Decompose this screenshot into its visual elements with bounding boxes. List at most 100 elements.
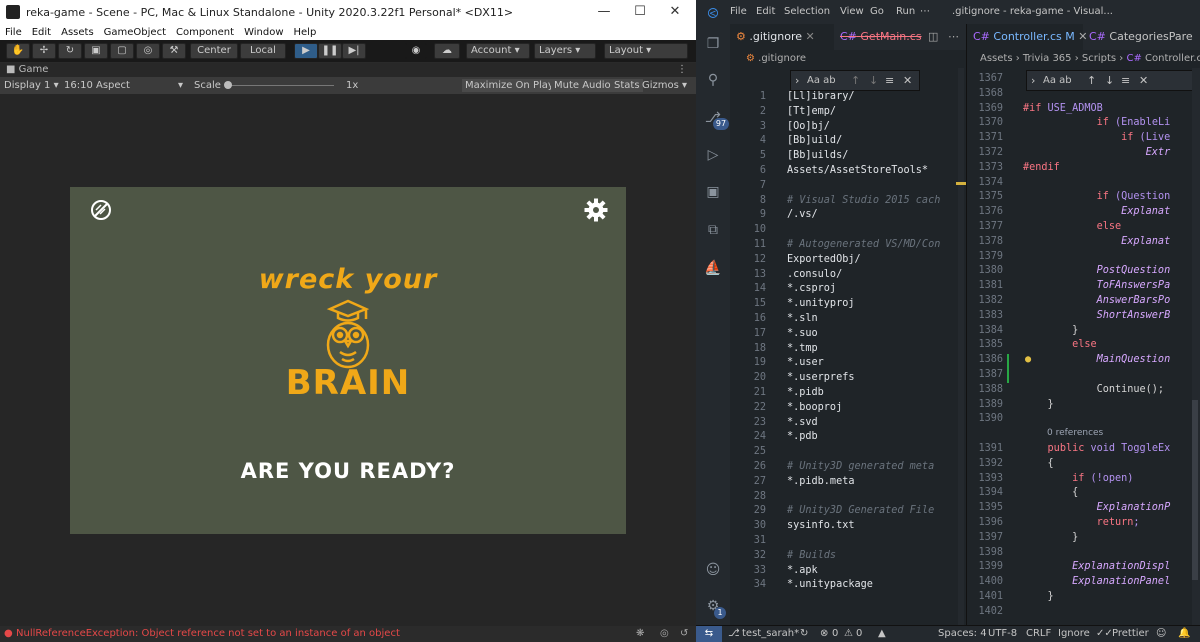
accounts-icon[interactable]: ☺ bbox=[703, 560, 723, 580]
code-line[interactable]: /.vs/ bbox=[787, 209, 818, 220]
aspect-dropdown[interactable]: 16:10 Aspect ▾ bbox=[64, 77, 186, 94]
code-line[interactable]: #if USE_ADMOB bbox=[1023, 103, 1103, 114]
code-line[interactable]: } bbox=[1023, 591, 1054, 602]
sound-off-icon[interactable] bbox=[89, 198, 113, 222]
tab-getmain[interactable]: C# GetMain.cs bbox=[834, 24, 922, 50]
code-line[interactable]: [Ll]ibrary/ bbox=[787, 91, 854, 102]
code-line[interactable]: sysinfo.txt bbox=[787, 520, 854, 531]
code-line[interactable]: *.userprefs bbox=[787, 372, 854, 383]
code-line[interactable]: *.csproj bbox=[787, 283, 836, 294]
code-line[interactable]: return; bbox=[1023, 517, 1140, 528]
breadcrumb-item[interactable]: Scripts bbox=[1082, 53, 1116, 64]
code-line[interactable]: *.pidb.meta bbox=[787, 476, 854, 487]
sync-icon[interactable]: ↺ bbox=[680, 626, 688, 642]
collab-icon[interactable]: ◉ bbox=[405, 43, 427, 59]
feedback-icon[interactable]: ☺ bbox=[1156, 626, 1166, 642]
remote-explorer-icon[interactable]: ▣ bbox=[703, 182, 723, 202]
layout-dropdown[interactable]: Layout ▾ bbox=[604, 43, 688, 59]
code-line[interactable]: Explanat bbox=[1023, 236, 1170, 247]
breadcrumb-item[interactable]: .gitignore bbox=[758, 53, 806, 64]
code-line[interactable]: { bbox=[1023, 458, 1054, 469]
code-line[interactable]: if (Live bbox=[1023, 132, 1170, 143]
code-line[interactable]: Assets/AssetStoreTools* bbox=[787, 165, 928, 176]
bug-icon[interactable]: ❋ bbox=[636, 626, 644, 642]
close-icon[interactable]: ✕ bbox=[652, 0, 698, 24]
code-line[interactable]: Explanat bbox=[1023, 206, 1170, 217]
pause-button[interactable]: ❚❚ bbox=[318, 43, 342, 59]
code-line[interactable]: Extr bbox=[1023, 147, 1171, 158]
kebab-menu-icon[interactable]: ⋮ bbox=[677, 63, 687, 77]
toggle-replace-icon[interactable]: › bbox=[1031, 71, 1035, 90]
toggle-replace-icon[interactable]: › bbox=[795, 71, 799, 90]
code-line[interactable]: *.tmp bbox=[787, 343, 818, 354]
code-line[interactable]: { bbox=[1023, 487, 1078, 498]
breadcrumb-item[interactable]: Assets bbox=[980, 53, 1013, 64]
git-branch[interactable]: test_sarah* bbox=[742, 626, 799, 642]
code-line[interactable]: ExplanationP bbox=[1023, 502, 1171, 513]
menu-file[interactable]: File bbox=[730, 0, 747, 24]
code-line[interactable]: } bbox=[1023, 532, 1078, 543]
mute-audio-button[interactable]: Mute Audio bbox=[551, 79, 614, 92]
codelens-references[interactable]: 0 references bbox=[1047, 428, 1103, 438]
menu-run[interactable]: Run bbox=[896, 0, 915, 24]
move-tool-icon[interactable]: ✢ bbox=[32, 43, 56, 59]
menu-go[interactable]: Go bbox=[870, 0, 884, 24]
code-line[interactable]: MainQuestion bbox=[1023, 354, 1171, 365]
cloud-icon[interactable]: ☁ bbox=[434, 43, 460, 59]
encoding-setting[interactable]: UTF-8 bbox=[988, 626, 1017, 642]
code-line[interactable]: [Oo]bj/ bbox=[787, 121, 830, 132]
code-line[interactable]: ExplanationPanel bbox=[1023, 576, 1170, 587]
code-line[interactable]: [Bb]uild/ bbox=[787, 135, 842, 146]
match-case-icon[interactable]: Aa ab bbox=[807, 71, 836, 90]
code-line[interactable]: public void ToggleEx bbox=[1023, 443, 1171, 454]
close-find-icon[interactable]: ✕ bbox=[1139, 71, 1148, 90]
code-line[interactable]: [Bb]uilds/ bbox=[787, 150, 848, 161]
error-count[interactable]: 0 bbox=[832, 626, 838, 642]
search-icon[interactable]: ⚲ bbox=[703, 70, 723, 90]
code-line[interactable]: } bbox=[1023, 325, 1078, 336]
game-tab[interactable]: ■ Game bbox=[6, 63, 48, 77]
code-line[interactable]: # Autogenerated VS/MD/Con bbox=[787, 239, 940, 250]
code-line[interactable]: *.booproj bbox=[787, 402, 842, 413]
left-editor[interactable]: 1 [Ll]ibrary/2 [Tt]emp/3 [Oo]bj/4 [Bb]uild/5… bbox=[730, 68, 958, 625]
menu-view[interactable]: View bbox=[840, 0, 864, 24]
code-line[interactable]: [Tt]emp/ bbox=[787, 106, 836, 117]
code-line[interactable]: # Unity3D generated meta bbox=[787, 461, 934, 472]
gizmos-dropdown[interactable]: Gizmos ▾ bbox=[642, 77, 687, 94]
account-dropdown[interactable]: Account ▾ bbox=[466, 43, 530, 59]
split-editor-icon[interactable]: ◫ bbox=[922, 24, 942, 50]
more-menu-icon[interactable]: ⋯ bbox=[920, 0, 930, 24]
tab-gitignore[interactable]: ⚙ .gitignore ✕ bbox=[730, 24, 834, 50]
settings-gear-icon[interactable] bbox=[584, 198, 608, 222]
code-line[interactable]: *.pdb bbox=[787, 431, 818, 442]
menu-help[interactable]: Help bbox=[289, 27, 322, 38]
are-you-ready-button[interactable]: ARE YOU READY? bbox=[170, 459, 526, 483]
menu-edit[interactable]: Edit bbox=[27, 27, 56, 38]
tab-categories[interactable]: C# CategoriesPare bbox=[1083, 24, 1200, 50]
code-line[interactable]: *.apk bbox=[787, 565, 818, 576]
explorer-icon[interactable]: ❐ bbox=[703, 34, 723, 54]
code-line[interactable]: *.unityproj bbox=[787, 298, 854, 309]
code-line[interactable]: if (EnableLi bbox=[1023, 117, 1171, 128]
pivot-local-button[interactable]: Local bbox=[240, 43, 286, 59]
previous-match-icon[interactable]: ↑ bbox=[851, 71, 860, 90]
close-find-icon[interactable]: ✕ bbox=[903, 71, 912, 90]
code-line[interactable]: ShortAnswerB bbox=[1023, 310, 1171, 321]
next-match-icon[interactable]: ↓ bbox=[869, 71, 878, 90]
code-line[interactable]: .consulo/ bbox=[787, 269, 842, 280]
breadcrumb-item[interactable]: Controller.cs bbox=[1145, 53, 1200, 64]
flame-icon[interactable]: ▲ bbox=[878, 626, 886, 642]
code-line[interactable]: *.suo bbox=[787, 328, 818, 339]
transform-tool-icon[interactable]: ◎ bbox=[136, 43, 160, 59]
stats-button[interactable]: Stats bbox=[611, 79, 643, 92]
language-mode[interactable]: Ignore bbox=[1058, 626, 1090, 642]
next-match-icon[interactable]: ↓ bbox=[1105, 71, 1114, 90]
pivot-center-button[interactable]: Center bbox=[190, 43, 238, 59]
prettier-status[interactable]: Prettier bbox=[1112, 626, 1149, 642]
console-error-message[interactable]: NullReferenceException: Object reference… bbox=[16, 626, 400, 642]
display-dropdown[interactable]: Display 1 ▾ bbox=[4, 77, 59, 94]
find-widget-left[interactable]: › Aa ab ↑ ↓ ≡ ✕ bbox=[790, 70, 920, 91]
breadcrumb-item[interactable]: Trivia 365 bbox=[1023, 53, 1072, 64]
scale-tool-icon[interactable]: ▣ bbox=[84, 43, 108, 59]
code-line[interactable]: *.unitypackage bbox=[787, 579, 873, 590]
